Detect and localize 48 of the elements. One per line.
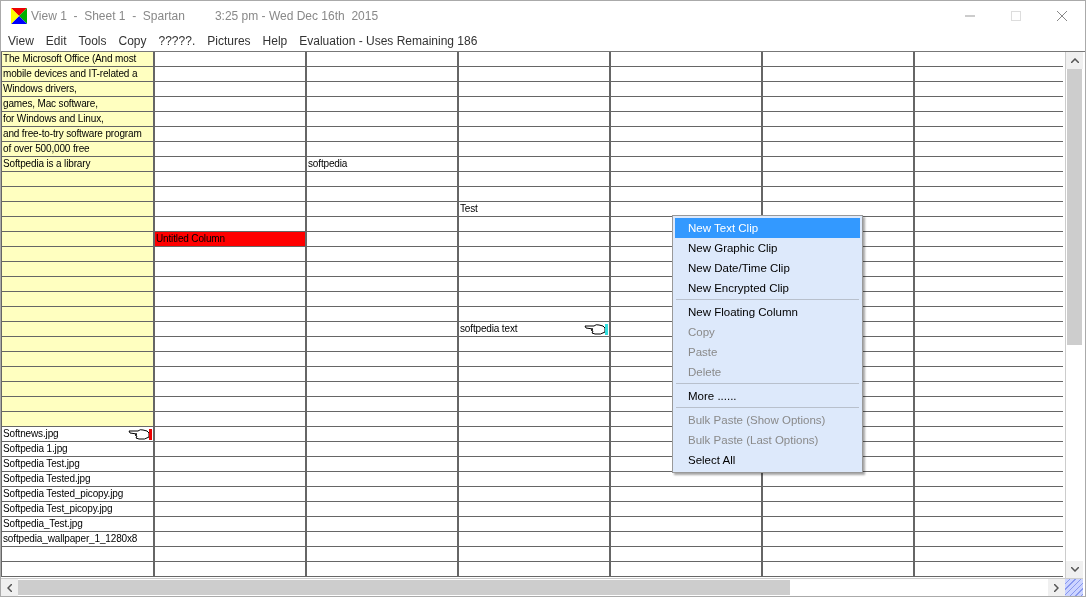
maximize-icon — [1011, 11, 1021, 21]
menu-item[interactable]: Pictures — [201, 34, 257, 48]
table-cell: Softpedia Test.jpg — [1, 457, 153, 472]
horizontal-scrollbar[interactable] — [1, 578, 1065, 596]
table-cell: Softpedia Tested_picopy.jpg — [1, 487, 153, 502]
table-cell: games, Mac software, — [1, 97, 153, 112]
menu-item[interactable]: More ...... — [675, 386, 860, 406]
table-cell: softpedia — [305, 157, 457, 172]
menu-item[interactable]: Select All — [675, 450, 860, 470]
menu-item[interactable]: ?????. — [152, 34, 202, 48]
menu-item[interactable]: Edit — [39, 34, 73, 48]
table-cell: Windows drivers, — [1, 82, 153, 97]
menu-item[interactable]: Help — [256, 34, 294, 48]
menu-item[interactable]: Evaluation - Uses Remaining 186 — [293, 34, 484, 48]
menu-item[interactable]: New Encrypted Clip — [675, 278, 860, 298]
menu-item[interactable]: Copy — [112, 34, 153, 48]
table-cell: for Windows and Linux, — [1, 112, 153, 127]
table-cell: Softpedia 1.jpg — [1, 442, 153, 457]
table-cell: of over 500,000 free — [1, 142, 153, 157]
pointing-hand-icon — [583, 322, 609, 335]
table-cell: mobile devices and IT-related a — [1, 67, 153, 82]
table-cell: Softpedia_Test.jpg — [1, 517, 153, 532]
window-title: View 1 - Sheet 1 - Spartan — [31, 9, 185, 23]
table-cell: Softpedia Tested.jpg — [1, 472, 153, 487]
app-logo-icon — [11, 8, 27, 24]
vertical-scrollbar[interactable] — [1065, 52, 1083, 578]
scroll-right-icon[interactable] — [1048, 579, 1065, 596]
table-cell: Softpedia Test_picopy.jpg — [1, 502, 153, 517]
table-cell: Test — [457, 202, 609, 217]
menu-item[interactable]: View — [2, 34, 40, 48]
menu-item[interactable]: New Graphic Clip — [675, 238, 860, 258]
scroll-up-icon[interactable] — [1066, 52, 1083, 69]
menu-item[interactable]: New Floating Column — [675, 302, 860, 322]
table-cell: softpedia_wallpaper_1_1280x8 — [1, 532, 153, 547]
pointing-hand-icon — [127, 427, 153, 440]
table-cell: Softpedia is a library — [1, 157, 153, 172]
resize-grip[interactable] — [1065, 578, 1083, 596]
date-time: 3:25 pm - Wed Dec 16th 2015 — [214, 9, 379, 23]
table-cell: Untitled Column — [153, 232, 305, 247]
scroll-down-icon[interactable] — [1066, 561, 1083, 578]
menu-item[interactable]: New Date/Time Clip — [675, 258, 860, 278]
table-cell: The Microsoft Office (And most — [1, 52, 153, 67]
scroll-left-icon[interactable] — [1, 579, 18, 596]
close-icon — [1057, 11, 1067, 21]
menu-item[interactable]: Tools — [72, 34, 113, 48]
table-cell: and free-to-try software program — [1, 127, 153, 142]
table-cell: softpedia text — [457, 322, 609, 337]
table-cell: Softnews.jpg — [1, 427, 153, 442]
